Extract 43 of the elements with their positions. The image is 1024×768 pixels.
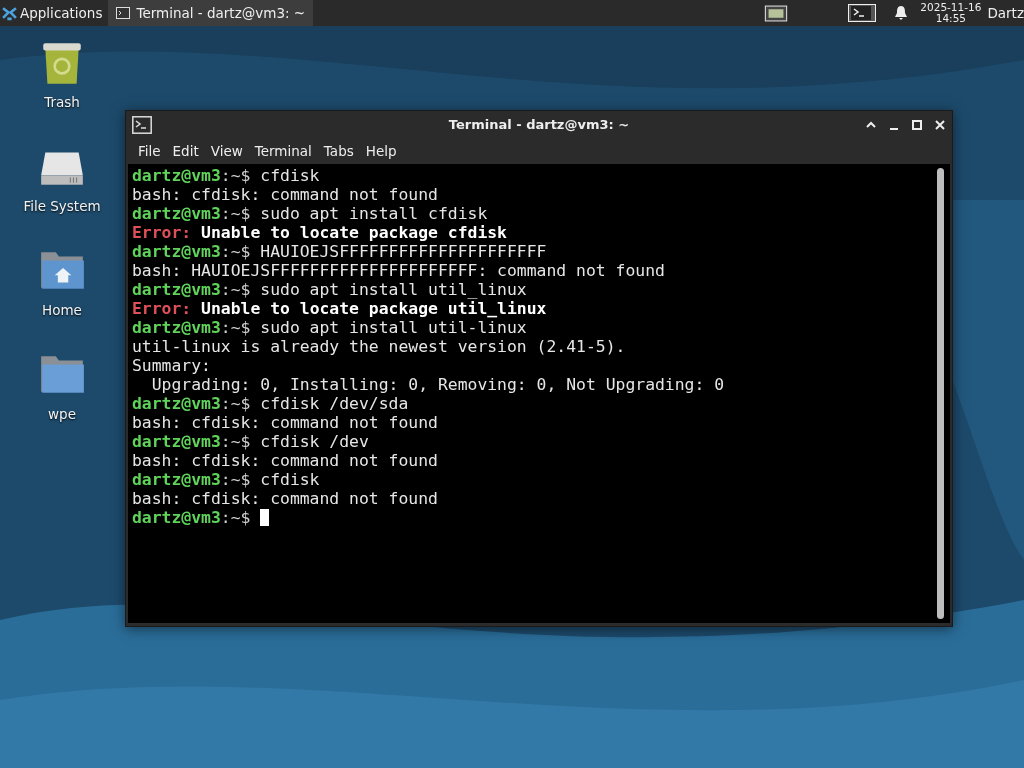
icon-label[interactable]: wpe <box>48 406 76 422</box>
terminal-line: Error: Unable to locate package util_linux <box>132 299 548 318</box>
terminal-line: bash: cfdisk: command not found <box>132 413 439 432</box>
menu-item[interactable]: Terminal <box>248 143 318 159</box>
terminal-line: Summary: <box>132 356 212 375</box>
terminal-icon[interactable] <box>848 4 877 22</box>
terminal-line: dartz@vm3:~$ sudo apt install cfdisk <box>132 204 489 223</box>
terminal-line: dartz@vm3:~$ <box>132 508 933 527</box>
terminal-line: util-linux is already the newest version (2.41-5). <box>132 337 627 356</box>
menu-item[interactable]: View <box>204 143 249 159</box>
icon-label[interactable]: Trash <box>44 94 80 110</box>
terminal-line: dartz@vm3:~$ cfdisk /dev <box>132 432 370 451</box>
terminal-line: dartz@vm3:~$ cfdisk <box>132 166 321 185</box>
applications-menu[interactable]: Applications <box>0 0 107 26</box>
taskbar-button[interactable]: Terminal - dartz@vm3: ~ <box>108 0 314 26</box>
terminal-line: dartz@vm3:~$ cfdisk <box>132 470 321 489</box>
terminal-line: Upgrading: 0, Installing: 0, Removing: 0, Not Upgrading: 0 <box>150 375 726 394</box>
menu-item[interactable]: Edit <box>166 143 205 159</box>
clock[interactable]: 2025-11-16 14:55 <box>920 2 982 24</box>
terminal-line: dartz@vm3:~$ cfdisk /dev/sda <box>132 394 410 413</box>
terminal-line: Error: Unable to locate package cfdisk <box>132 223 508 242</box>
terminal-line: bash: cfdisk: command not found <box>132 489 439 508</box>
window-title: Terminal - dartz@vm3: ~ <box>447 117 631 132</box>
user-name[interactable]: Dartz <box>987 5 1024 21</box>
terminal-icon <box>116 7 131 19</box>
terminal-icon <box>132 115 152 134</box>
terminal-line: dartz@vm3:~$ sudo apt install util_linux <box>132 280 528 299</box>
terminal-line: bash: cfdisk: command not found <box>132 185 439 204</box>
terminal-line: bash: HAUIOEJSFFFFFFFFFFFFFFFFFFFFF: command not found <box>132 261 666 280</box>
menu-item[interactable]: Tabs <box>317 143 360 159</box>
screenshot-icon[interactable] <box>764 4 789 22</box>
bell-icon[interactable] <box>894 5 909 21</box>
menu-item[interactable]: File <box>132 143 167 159</box>
menu-item[interactable]: Help <box>359 143 403 159</box>
terminal-line: bash: cfdisk: command not found <box>132 451 439 470</box>
terminal-line: dartz@vm3:~$ HAUIOEJSFFFFFFFFFFFFFFFFFFFFF <box>132 242 548 261</box>
maximize-button[interactable] <box>911 118 923 131</box>
scrollbar[interactable] <box>937 168 944 619</box>
close-button[interactable] <box>934 118 946 131</box>
terminal-line: dartz@vm3:~$ sudo apt install util-linux <box>132 318 528 337</box>
logo-icon <box>2 5 17 21</box>
icon-label[interactable]: File System <box>23 198 101 214</box>
icon-label[interactable]: Home <box>42 302 82 318</box>
